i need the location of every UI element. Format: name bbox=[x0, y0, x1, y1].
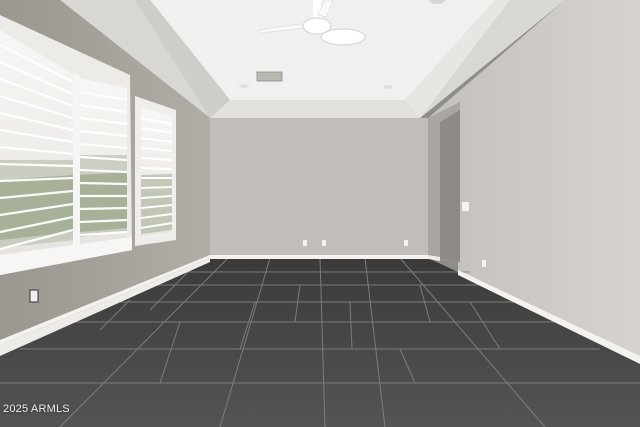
light-switch bbox=[462, 202, 469, 211]
wall-outlet bbox=[29, 289, 39, 303]
wall-outlet bbox=[404, 240, 408, 246]
recessed-light bbox=[239, 84, 249, 88]
air-vent bbox=[256, 71, 283, 82]
baseboard-back bbox=[210, 255, 428, 259]
wall-outlet bbox=[482, 260, 486, 267]
recessed-light bbox=[383, 85, 393, 89]
wall-outlet bbox=[303, 240, 307, 246]
photo-watermark: 2025 ARMLS bbox=[3, 403, 70, 415]
wall-outlet bbox=[322, 240, 326, 246]
back-wall bbox=[210, 118, 428, 258]
hallway-wall bbox=[440, 110, 460, 262]
window-small bbox=[135, 96, 176, 246]
room-photo bbox=[0, 0, 640, 427]
